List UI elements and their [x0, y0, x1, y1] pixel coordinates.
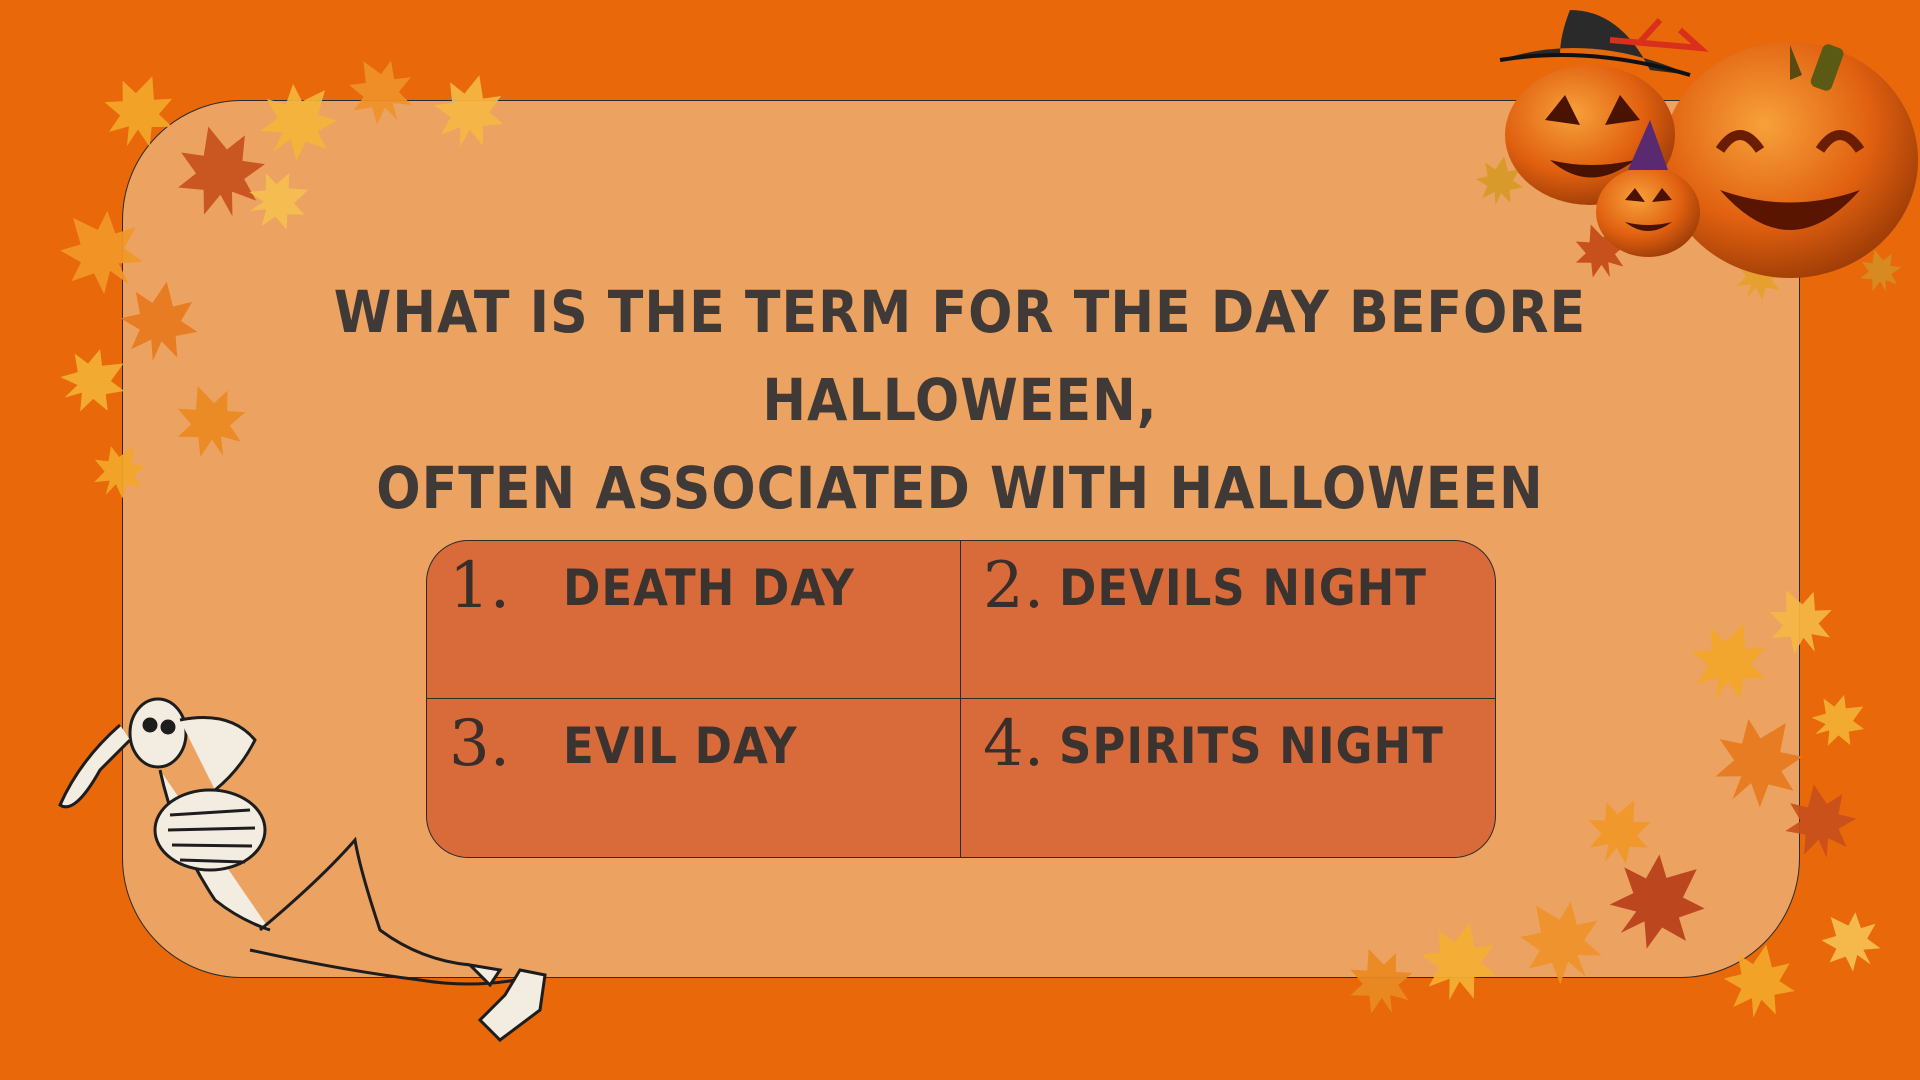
answer-number: 2. — [983, 549, 1045, 623]
answer-number: 4. — [983, 707, 1045, 781]
answer-text: DEATH DAY — [563, 559, 855, 617]
answer-option-3[interactable]: 3. EVIL DAY — [427, 699, 961, 857]
question-line-1: WHAT IS THE TERM FOR THE DAY BEFORE HALL… — [333, 278, 1587, 434]
answer-text: SPIRITS NIGHT — [1059, 717, 1444, 775]
answer-option-4[interactable]: 4. SPIRITS NIGHT — [961, 699, 1495, 857]
answer-option-1[interactable]: 1. DEATH DAY — [427, 541, 961, 699]
answer-text: EVIL DAY — [563, 717, 798, 775]
answer-number: 3. — [449, 707, 511, 781]
answer-option-2[interactable]: 2. DEVILS NIGHT — [961, 541, 1495, 699]
answer-text: DEVILS NIGHT — [1059, 559, 1427, 617]
answer-number: 1. — [449, 549, 511, 623]
answers-grid: 1. DEATH DAY 2. DEVILS NIGHT 3. EVIL DAY… — [426, 540, 1496, 858]
